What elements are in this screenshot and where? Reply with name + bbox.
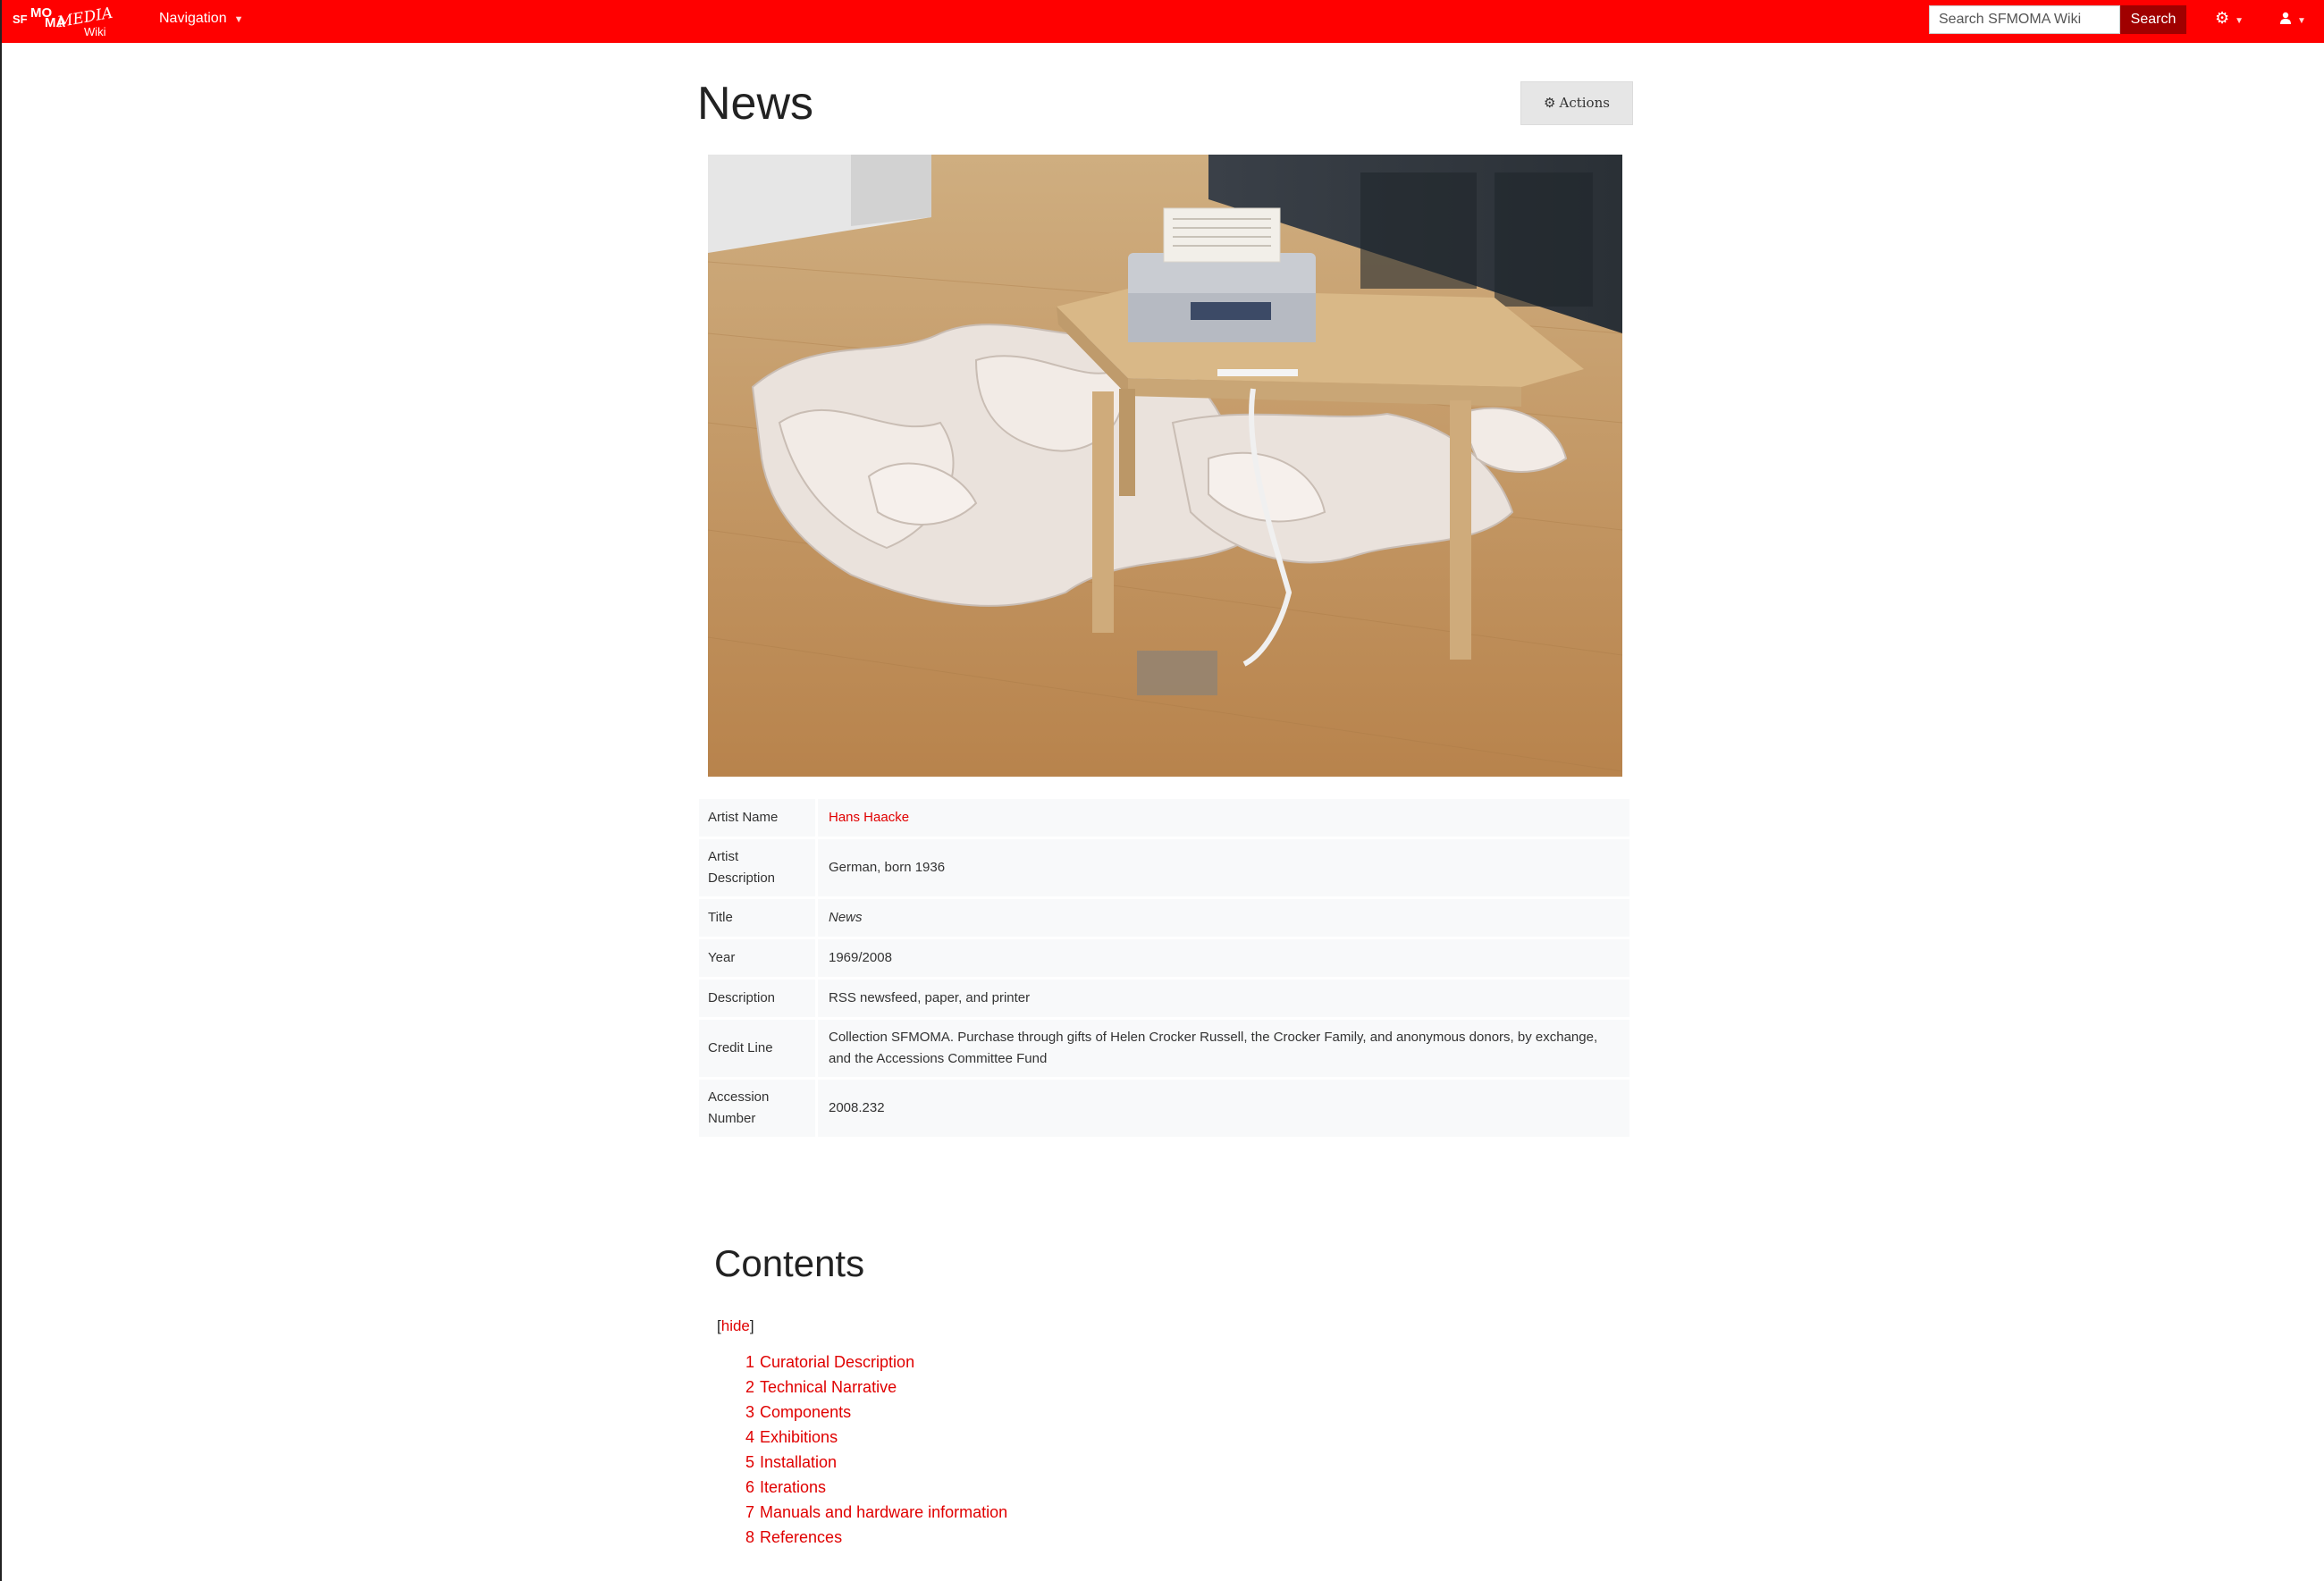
toc-number: 8 [745, 1528, 755, 1546]
row-value: 2008.232 [815, 1080, 1629, 1137]
toc-number: 3 [745, 1403, 755, 1421]
toc-link[interactable]: 5 Installation [745, 1453, 837, 1471]
sfmoma-media-wiki-logo[interactable]: SF MO MA MEDIA Wiki [13, 4, 114, 39]
tools-dropdown[interactable]: ⚙ ▼ [2215, 9, 2251, 30]
row-value: RSS newsfeed, paper, and printer [815, 980, 1629, 1017]
user-menu-dropdown[interactable]: ▼ [2279, 9, 2315, 30]
toc-item: 2 Technical Narrative [745, 1375, 1007, 1400]
toc-label: References [760, 1528, 843, 1546]
table-row: Description RSS newsfeed, paper, and pri… [699, 980, 1629, 1017]
toc-number: 6 [745, 1478, 755, 1496]
navigation-dropdown[interactable]: Navigation ▼ [159, 11, 244, 27]
toc-item: 4 Exhibitions [745, 1425, 1007, 1450]
table-row: Title News [699, 899, 1629, 937]
toc-label: Exhibitions [760, 1428, 838, 1446]
logo-wiki: Wiki [84, 25, 106, 38]
toc-toggle: [hide] [717, 1317, 754, 1335]
artwork-illustration [708, 155, 1622, 777]
artwork-photo[interactable] [708, 155, 1622, 777]
table-row: Artist Name Hans Haacke [699, 799, 1629, 837]
row-key: Year [699, 939, 815, 977]
user-icon [2280, 12, 2291, 24]
actions-button[interactable]: ⚙ Actions [1520, 81, 1633, 125]
toc-title: Contents [714, 1242, 865, 1284]
toc-number: 1 [745, 1353, 755, 1371]
gear-icon: ⚙ [1544, 95, 1556, 111]
chevron-down-icon: ▼ [233, 14, 244, 25]
toc-item: 7 Manuals and hardware information [745, 1500, 1007, 1525]
toc-label: Iterations [760, 1478, 827, 1496]
artist-name-link[interactable]: Hans Haacke [829, 810, 909, 825]
table-row: Accession Number 2008.232 [699, 1080, 1629, 1137]
toc-label: Installation [760, 1453, 838, 1471]
toc-link[interactable]: 2 Technical Narrative [745, 1378, 897, 1396]
table-row: Credit Line Collection SFMOMA. Purchase … [699, 1020, 1629, 1077]
toc-number: 7 [745, 1503, 755, 1521]
artwork-info-table: Artist Name Hans Haacke Artist Descripti… [699, 796, 1629, 1139]
toc-link[interactable]: 3 Components [745, 1403, 851, 1421]
cogs-icon: ⚙ [2215, 9, 2230, 27]
toc-label: Technical Narrative [760, 1378, 897, 1396]
toc-label: Curatorial Description [760, 1353, 915, 1371]
toc-item: 8 References [745, 1525, 1007, 1550]
toc-list: 1 Curatorial Description 2 Technical Narra… [745, 1350, 1007, 1550]
row-key: Artist Description [699, 839, 815, 896]
toc-number: 2 [745, 1378, 755, 1396]
toc-label: Manuals and hardware information [760, 1503, 1008, 1521]
toc-label: Components [760, 1403, 852, 1421]
navigation-label: Navigation [159, 11, 227, 26]
logo-sf: SF [13, 13, 28, 26]
toc-number: 5 [745, 1453, 755, 1471]
search-button[interactable]: Search [2120, 5, 2186, 34]
row-key: Description [699, 980, 815, 1017]
page-title: News [697, 78, 814, 130]
toc-item: 6 Iterations [745, 1475, 1007, 1500]
row-value: German, born 1936 [815, 839, 1629, 896]
toc-link[interactable]: 7 Manuals and hardware information [745, 1503, 1007, 1521]
row-value: 1969/2008 [815, 939, 1629, 977]
toc-hide-link[interactable]: hide [721, 1317, 750, 1334]
toc-item: 3 Components [745, 1400, 1007, 1425]
actions-label: Actions [1559, 95, 1610, 111]
toc-number: 4 [745, 1428, 755, 1446]
toc-link[interactable]: 4 Exhibitions [745, 1428, 838, 1446]
chevron-down-icon: ▼ [2235, 16, 2244, 26]
toc-item: 1 Curatorial Description [745, 1350, 1007, 1375]
toc-item: 5 Installation [745, 1450, 1007, 1475]
top-navbar: SF MO MA MEDIA Wiki Navigation ▼ Search ⚙… [2, 0, 2324, 43]
chevron-down-icon: ▼ [2297, 16, 2306, 26]
row-key: Artist Name [699, 799, 815, 837]
row-key: Title [699, 899, 815, 937]
row-value: Hans Haacke [815, 799, 1629, 837]
table-row: Year 1969/2008 [699, 939, 1629, 977]
toc-link[interactable]: 1 Curatorial Description [745, 1353, 914, 1371]
toc-bracket-close: ] [749, 1317, 754, 1334]
search-input[interactable] [1929, 5, 2120, 34]
toc-link[interactable]: 6 Iterations [745, 1478, 826, 1496]
table-row: Artist Description German, born 1936 [699, 839, 1629, 896]
row-value: News [815, 899, 1629, 937]
row-value: Collection SFMOMA. Purchase through gift… [815, 1020, 1629, 1077]
row-key: Accession Number [699, 1080, 815, 1137]
row-key: Credit Line [699, 1020, 815, 1077]
toc-link[interactable]: 8 References [745, 1528, 842, 1546]
